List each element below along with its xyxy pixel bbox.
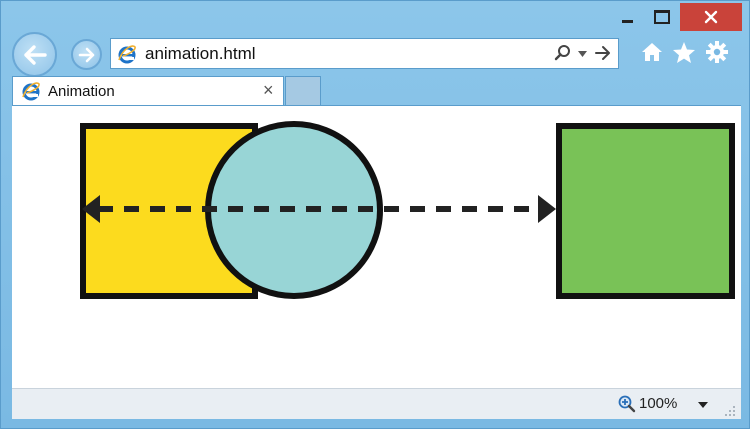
ie-page-icon xyxy=(22,82,40,101)
gear-icon[interactable] xyxy=(706,41,728,63)
back-arrow-icon xyxy=(23,44,47,65)
zoom-icon[interactable] xyxy=(618,395,636,413)
forward-arrow-icon xyxy=(78,47,94,62)
maximize-button[interactable] xyxy=(647,3,677,31)
search-icon[interactable] xyxy=(554,44,572,62)
go-arrow-icon[interactable] xyxy=(595,45,611,61)
chevron-down-icon[interactable] xyxy=(698,402,708,408)
home-icon[interactable] xyxy=(641,41,663,63)
page-content xyxy=(12,105,741,389)
back-button[interactable] xyxy=(12,32,57,77)
close-icon xyxy=(704,10,718,24)
tab-animation[interactable]: Animation × xyxy=(12,76,284,106)
chevron-down-icon[interactable] xyxy=(578,51,587,57)
browser-window: animation.html Animation × 100% xyxy=(0,0,750,429)
star-icon[interactable] xyxy=(672,41,696,64)
tab-label: Animation xyxy=(48,83,115,100)
new-tab-button[interactable] xyxy=(285,76,321,105)
forward-button[interactable] xyxy=(71,39,102,70)
maximize-icon xyxy=(654,10,670,24)
zoom-level[interactable]: 100% xyxy=(639,395,677,412)
minimize-icon xyxy=(621,19,633,23)
animation-canvas xyxy=(80,121,735,299)
url-text[interactable]: animation.html xyxy=(145,44,256,64)
close-icon[interactable]: × xyxy=(263,81,274,99)
close-window-button[interactable] xyxy=(680,3,742,31)
resize-grip-icon[interactable] xyxy=(724,405,736,417)
status-bar: 100% xyxy=(12,388,741,419)
green-square xyxy=(556,123,735,299)
ie-page-icon xyxy=(118,45,136,64)
address-bar[interactable]: animation.html xyxy=(110,38,619,69)
minimize-button[interactable] xyxy=(612,3,642,31)
